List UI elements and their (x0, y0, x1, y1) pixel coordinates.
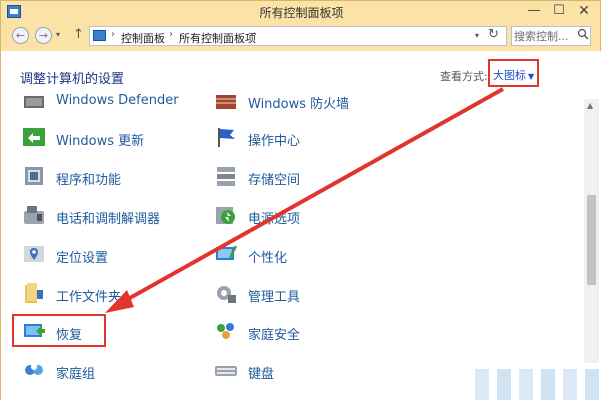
annotation-arrow (105, 87, 504, 313)
control-panel-window: 所有控制面板项 — ☐ ✕ ← → ▾ ↑ › 控制面板 › 所有控制面板项 ›… (0, 0, 601, 400)
decorative-stripes (471, 363, 601, 400)
